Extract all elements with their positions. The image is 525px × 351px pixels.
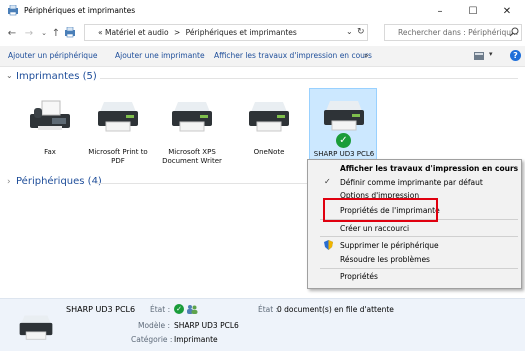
printer-label: Fax xyxy=(44,148,56,156)
minimize-button[interactable]: – xyxy=(425,2,455,20)
printers-group-chevron-icon[interactable]: ⌄ xyxy=(6,71,13,80)
details-category-value: Imprimante xyxy=(174,335,218,344)
menu-separator xyxy=(320,236,518,237)
breadcrumb-item-hardware[interactable]: Matériel et audio xyxy=(105,28,169,37)
shield-icon xyxy=(324,240,333,250)
devices-group-chevron-icon[interactable]: › xyxy=(7,177,11,187)
menu-item-set-default[interactable]: Définir comme imprimante par défaut xyxy=(340,178,483,187)
checkmark-icon: ✓ xyxy=(324,177,331,186)
details-model-label: Modèle : xyxy=(138,321,171,330)
printers-group-header[interactable]: Imprimantes (5) xyxy=(16,71,97,82)
menu-item-show-print-jobs[interactable]: Afficher les travaux d'impression en cou… xyxy=(340,164,518,173)
search-placeholder: Rechercher dans : Périphériqu... xyxy=(398,28,519,37)
details-state-label: État : xyxy=(150,305,171,314)
details-queue-value: 0 document(s) en file d'attente xyxy=(277,305,394,314)
more-commands-button[interactable]: » xyxy=(364,51,369,60)
printer-fax[interactable]: Fax xyxy=(16,90,84,172)
printer-label: Microsoft XPS Document Writer xyxy=(162,148,222,165)
menu-item-create-shortcut[interactable]: Créer un raccourci xyxy=(340,224,409,233)
menu-item-remove-device[interactable]: Supprimer le périphérique xyxy=(340,241,439,250)
devices-group-divider xyxy=(95,183,307,184)
view-dropdown-icon[interactable]: ▾ xyxy=(489,50,493,58)
details-device-name: SHARP UD3 PCL6 xyxy=(66,305,136,314)
menu-item-properties[interactable]: Propriétés xyxy=(340,272,378,281)
printer-microsoft-xps-document-writer[interactable]: Microsoft XPS Document Writer xyxy=(158,90,226,172)
printer-sharp-ud3-pcl6[interactable]: ✓ SHARP UD3 PCL6 xyxy=(309,88,377,160)
address-location-icon xyxy=(64,26,76,38)
users-icon xyxy=(186,304,198,314)
printer-icon xyxy=(322,97,366,133)
up-arrow-icon[interactable]: ↑ xyxy=(49,26,63,40)
show-print-jobs-button[interactable]: Afficher les travaux d'impression en cou… xyxy=(214,51,372,60)
add-printer-button[interactable]: Ajouter une imprimante xyxy=(115,51,205,60)
address-dropdown-icon[interactable]: ⌄ xyxy=(346,27,353,36)
search-icon[interactable] xyxy=(509,27,519,37)
fax-icon xyxy=(28,98,72,134)
forward-arrow-icon[interactable]: → xyxy=(22,26,36,40)
details-category-label: Catégorie : xyxy=(131,335,173,344)
close-button[interactable]: ✕ xyxy=(492,2,522,20)
app-icon xyxy=(7,4,19,16)
devices-group-header[interactable]: Périphériques (4) xyxy=(16,176,102,187)
printer-icon xyxy=(96,98,140,134)
details-model-value: SHARP UD3 PCL6 xyxy=(174,321,239,330)
view-options-icon[interactable] xyxy=(474,52,484,60)
highlight-annotation-box xyxy=(323,198,438,222)
printer-label: OneNote xyxy=(253,148,285,156)
printer-icon xyxy=(247,98,291,134)
help-icon[interactable]: ? xyxy=(510,50,521,61)
selected-printer-icon xyxy=(18,312,54,342)
printer-label: SHARP UD3 PCL6 xyxy=(313,150,375,158)
menu-separator xyxy=(320,268,518,269)
printer-microsoft-print-to-pdf[interactable]: Microsoft Print to PDF xyxy=(84,90,152,172)
breadcrumb-overflow[interactable]: « xyxy=(98,28,103,37)
printer-onenote[interactable]: OneNote xyxy=(235,90,303,172)
printers-group-divider xyxy=(100,78,518,79)
add-device-button[interactable]: Ajouter un périphérique xyxy=(8,51,97,60)
refresh-icon[interactable]: ↻ xyxy=(357,27,365,37)
breadcrumb-separator: > xyxy=(173,28,181,37)
back-arrow-icon[interactable]: ← xyxy=(5,26,19,40)
printer-icon xyxy=(170,98,214,134)
breadcrumb-item-devices[interactable]: Périphériques et imprimantes xyxy=(186,28,297,37)
menu-item-troubleshoot[interactable]: Résoudre les problèmes xyxy=(340,255,430,264)
breadcrumb[interactable]: « Matériel et audio > Périphériques et i… xyxy=(98,28,297,37)
window-title: Périphériques et imprimantes xyxy=(24,6,136,15)
maximize-button[interactable]: ☐ xyxy=(458,2,488,20)
details-queue-label: État : xyxy=(258,305,279,314)
default-printer-check-icon: ✓ xyxy=(336,133,351,148)
printer-label: Microsoft Print to PDF xyxy=(88,148,148,165)
status-ok-icon: ✓ xyxy=(174,304,184,314)
